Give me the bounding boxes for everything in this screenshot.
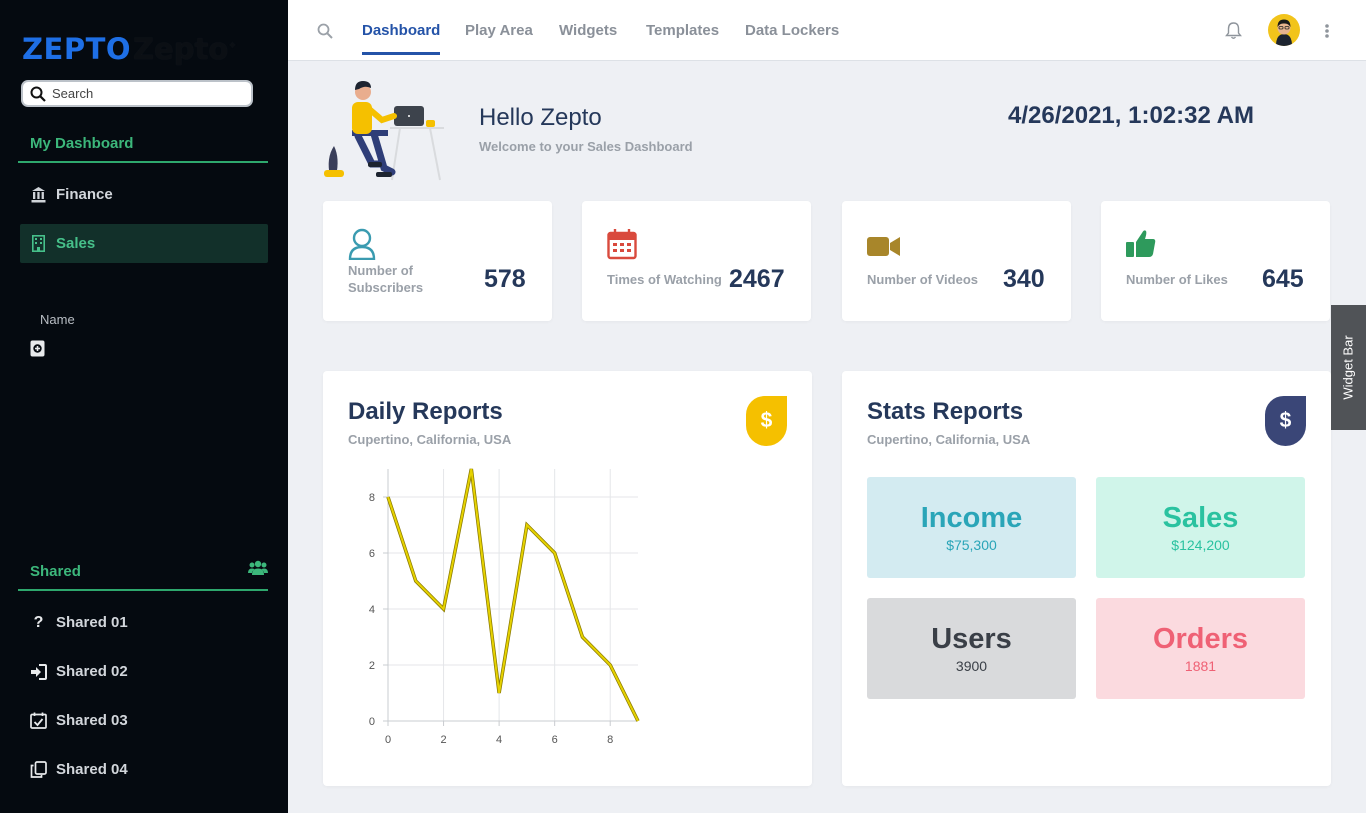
y-tick-label: 4 [369,604,375,616]
x-tick-label: 8 [607,734,613,746]
tab-data-lockers[interactable]: Data Lockers [745,22,839,39]
series-line [387,468,639,722]
series-line-outline [386,468,640,722]
greeting-title: Hello Zepto [479,104,602,131]
add-document-icon[interactable] [30,340,45,357]
shared-label: Shared [30,563,81,580]
bank-icon [30,186,47,203]
users-tile[interactable]: Users 3900 [867,598,1076,699]
x-tick-label: 2 [440,734,446,746]
sidebar-item-label: Sales [56,235,96,252]
logo-text: ZEPTO [22,32,132,66]
stat-card-subscribers[interactable]: Number of Subscribers 578 [323,201,552,321]
tile-title: Income [920,502,1023,534]
tile-value: 1881 [1184,658,1217,674]
y-tick-label: 2 [369,660,375,672]
tile-value: $124,200 [1171,537,1230,553]
orders-tile[interactable]: Orders 1881 [1096,598,1305,699]
sidebar-item-label: Shared 01 [56,614,128,631]
y-tick-label: 6 [369,548,375,560]
users-icon[interactable] [248,560,268,576]
tab-play-area[interactable]: Play Area [465,22,533,39]
x-tick-label: 4 [496,734,502,746]
sidebar-item-finance[interactable]: Finance [20,175,268,214]
avatar[interactable] [1268,14,1300,46]
tab-dashboard[interactable]: Dashboard [362,22,441,55]
question-icon: ? [33,613,44,631]
y-tick-label: 8 [369,492,375,504]
tile-value: 3900 [955,658,988,674]
dollar-badge-icon[interactable]: $ [1265,396,1306,446]
sidebar-item-shared-03[interactable]: Shared 03 [20,701,268,740]
bell-icon[interactable] [1225,21,1242,40]
tile-value: $75,300 [946,537,997,553]
more-options-icon[interactable] [1323,22,1331,40]
stats-reports-card: Stats Reports Cupertino, California, USA… [842,371,1331,786]
daily-reports-location: Cupertino, California, USA [348,432,512,447]
income-tile[interactable]: Income $75,300 [867,477,1076,578]
sidebar-search[interactable] [21,80,253,107]
stat-card-likes[interactable]: Number of Likes 645 [1101,201,1330,321]
copy-icon [30,761,47,778]
x-tick-label: 6 [552,734,558,746]
shared-heading[interactable]: Shared [18,560,268,591]
search-input[interactable] [52,86,232,101]
thumbs-up-icon [1126,230,1156,257]
sidebar-item-shared-04[interactable]: Shared 04 [20,750,268,789]
logo-ghost-text: Zepto✦ [133,32,237,66]
top-navigation-bar: Dashboard Play Area Widgets Templates Da… [288,0,1366,61]
y-tick-label: 0 [369,716,375,728]
sidebar-item-label: Shared 03 [56,712,128,729]
sales-tile[interactable]: Sales $124,200 [1096,477,1305,578]
stat-label: Times of Watching [607,272,722,287]
stat-value: 578 [484,265,526,293]
stat-value: 645 [1262,265,1304,293]
name-label: Name [40,312,75,327]
sidebar-item-label: Finance [56,186,113,203]
widget-bar-label: Widget Bar [1341,335,1356,400]
logo[interactable]: ZEPTO Zepto✦ [22,32,237,66]
greeting-subtitle: Welcome to your Sales Dashboard [479,139,693,154]
tile-title: Orders [1152,623,1249,655]
tile-title: Sales [1162,502,1239,534]
user-icon [348,228,376,260]
stat-value: 340 [1003,265,1045,293]
building-icon [30,235,47,252]
stat-value: 2467 [729,265,785,293]
stat-label: Number of Likes [1126,272,1228,287]
my-dashboard-label: My Dashboard [30,135,134,152]
sidebar-item-shared-02[interactable]: Shared 02 [20,652,268,691]
daily-reports-card: Daily Reports Cupertino, California, USA… [323,371,812,786]
stat-card-videos[interactable]: Number of Videos 340 [842,201,1071,321]
current-datetime: 4/26/2021, 1:02:32 AM [1008,102,1254,129]
sidebar: ZEPTO Zepto✦ My Dashboard Finance Sales … [0,0,288,813]
daily-reports-line-chart: 0 2 4 6 8 0 2 4 6 8 [369,468,640,746]
video-camera-icon [867,237,900,256]
tab-templates[interactable]: Templates [646,22,719,39]
widget-bar-toggle[interactable]: Widget Bar [1331,305,1366,430]
sidebar-item-shared-01[interactable]: ? Shared 01 [20,603,268,642]
dollar-badge-icon[interactable]: $ [746,396,787,446]
stats-reports-title: Stats Reports [867,398,1024,425]
search-icon[interactable] [317,23,333,39]
daily-reports-title: Daily Reports [348,398,503,425]
stat-card-times-of-watching[interactable]: Times of Watching 2467 [582,201,811,321]
person-at-desk-illustration [324,81,444,181]
stat-label: Number of Videos [867,272,979,287]
sidebar-item-label: Shared 02 [56,663,128,680]
sign-in-icon [30,663,47,680]
tile-title: Users [931,623,1012,655]
x-tick-label: 0 [385,734,391,746]
stats-reports-location: Cupertino, California, USA [867,432,1031,447]
calendar-icon [607,229,637,260]
tab-widgets[interactable]: Widgets [559,22,617,39]
my-dashboard-heading[interactable]: My Dashboard [18,135,268,163]
sidebar-item-sales[interactable]: Sales [20,224,268,263]
stat-label: Number of Subscribers [348,263,424,295]
search-icon [30,86,46,102]
calendar-check-icon [30,712,47,729]
sidebar-item-label: Shared 04 [56,761,128,778]
